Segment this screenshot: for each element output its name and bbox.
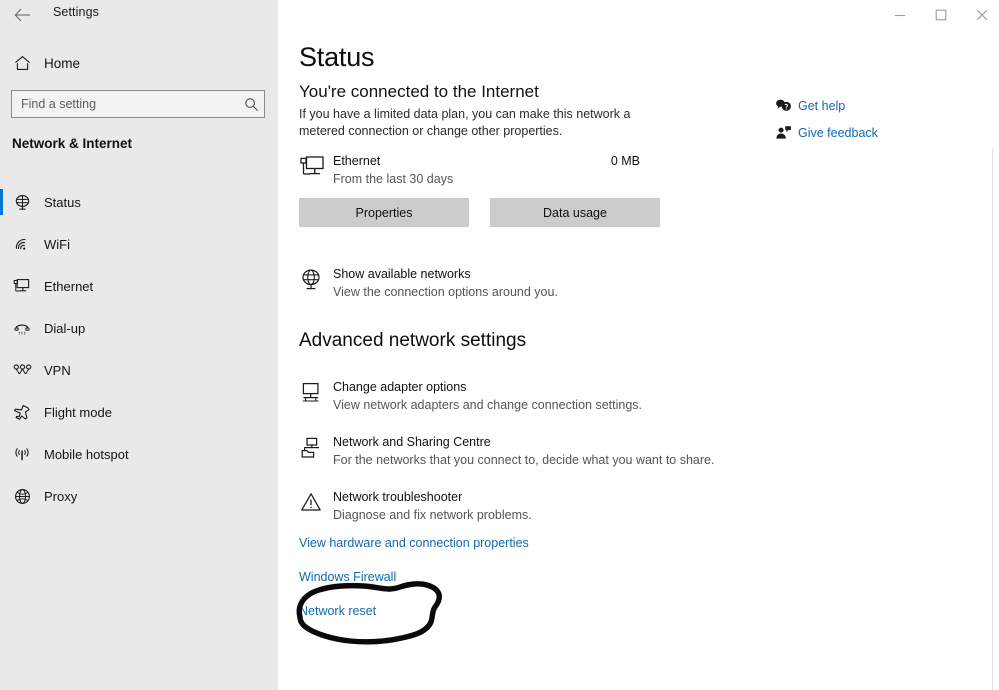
sidebar-item-label: Status xyxy=(44,195,81,210)
help-link-label: Give feedback xyxy=(798,126,878,140)
ethernet-icon xyxy=(0,278,44,294)
sidebar-item-home[interactable]: Home xyxy=(0,49,278,77)
help-link-get-help[interactable]: Get help xyxy=(768,92,878,119)
search-icon[interactable] xyxy=(238,97,264,112)
wifi-icon xyxy=(0,237,44,252)
sidebar-item-label: Flight mode xyxy=(44,405,112,420)
connection-heading: You're connected to the Internet xyxy=(299,82,539,102)
data-usage-button[interactable]: Data usage xyxy=(490,198,660,227)
advanced-settings-title: Advanced network settings xyxy=(299,330,526,352)
link-view-hardware-and-connection-properties[interactable]: View hardware and connection properties xyxy=(299,536,529,550)
sidebar-item-status[interactable]: Status xyxy=(0,181,278,223)
sidebar-item-label: Dial-up xyxy=(44,321,85,336)
sidebar: Home Network & Internet xyxy=(0,0,278,690)
question-chat-icon xyxy=(768,98,798,113)
maximize-icon xyxy=(935,9,947,21)
adapter-monitor-icon xyxy=(300,382,322,409)
show-networks-title[interactable]: Show available networks xyxy=(333,267,471,281)
sidebar-item-label: Proxy xyxy=(44,489,77,504)
home-icon xyxy=(0,55,44,71)
sidebar-category-title: Network & Internet xyxy=(12,136,132,151)
title-bar: Settings xyxy=(0,0,999,30)
sidebar-item-vpn[interactable]: VPN xyxy=(0,349,278,391)
help-link-give-feedback[interactable]: Give feedback xyxy=(768,119,878,146)
page-title: Status xyxy=(299,42,374,73)
sidebar-item-dialup[interactable]: Dial-up xyxy=(0,307,278,349)
status-globe-icon xyxy=(0,194,44,211)
properties-button[interactable]: Properties xyxy=(299,198,469,227)
advanced-item-title: Network troubleshooter xyxy=(333,490,462,504)
advanced-item-subtitle: Diagnose and fix network problems. xyxy=(333,508,532,522)
selection-indicator xyxy=(0,189,3,215)
maximize-button[interactable] xyxy=(918,0,964,30)
connection-subtext: If you have a limited data plan, you can… xyxy=(299,106,644,139)
advanced-item-subtitle: View network adapters and change connect… xyxy=(333,398,642,412)
sidebar-item-flight-mode[interactable]: Flight mode xyxy=(0,391,278,433)
minimize-icon xyxy=(894,9,906,21)
sharing-centre-icon xyxy=(300,437,322,464)
back-button[interactable] xyxy=(4,0,42,30)
network-usage: 0 MB xyxy=(578,154,640,168)
help-links: Get help Give feedback xyxy=(768,92,878,146)
window-title: Settings xyxy=(53,5,99,19)
sidebar-item-ethernet[interactable]: Ethernet xyxy=(0,265,278,307)
globe-network-icon xyxy=(300,268,322,296)
sidebar-item-label: Ethernet xyxy=(44,279,93,294)
sidebar-item-label: VPN xyxy=(44,363,71,378)
advanced-item-title: Change adapter options xyxy=(333,380,466,394)
show-networks-subtitle: View the connection options around you. xyxy=(333,285,558,299)
network-subtitle: From the last 30 days xyxy=(333,172,453,186)
minimize-button[interactable] xyxy=(877,0,923,30)
sidebar-item-label: Mobile hotspot xyxy=(44,447,129,462)
hotspot-icon xyxy=(0,446,44,462)
warning-triangle-icon xyxy=(300,492,322,517)
network-name: Ethernet xyxy=(333,154,380,168)
advanced-item-title: Network and Sharing Centre xyxy=(333,435,491,449)
main-content: Status You're connected to the Internet … xyxy=(278,0,999,690)
close-button[interactable] xyxy=(959,0,999,30)
airplane-icon xyxy=(0,404,44,421)
link-windows-firewall[interactable]: Windows Firewall xyxy=(299,570,396,584)
feedback-person-icon xyxy=(768,125,798,140)
help-link-label: Get help xyxy=(798,99,845,113)
ethernet-monitor-icon xyxy=(299,155,325,184)
search-box[interactable] xyxy=(11,90,265,118)
dialup-phone-icon xyxy=(0,321,44,335)
scrollbar-track[interactable] xyxy=(992,148,993,690)
sidebar-item-mobile-hotspot[interactable]: Mobile hotspot xyxy=(0,433,278,475)
sidebar-home-label: Home xyxy=(44,56,80,71)
back-arrow-icon xyxy=(14,8,32,22)
advanced-item-subtitle: For the networks that you connect to, de… xyxy=(333,453,714,467)
sidebar-item-wifi[interactable]: WiFi xyxy=(0,223,278,265)
sidebar-item-label: WiFi xyxy=(44,237,70,252)
close-icon xyxy=(976,9,988,21)
settings-window: Settings Home xyxy=(0,0,999,690)
globe-icon xyxy=(0,488,44,505)
vpn-icon xyxy=(0,363,44,377)
search-input[interactable] xyxy=(12,97,238,111)
sidebar-item-proxy[interactable]: Proxy xyxy=(0,475,278,517)
sidebar-nav-list: Status WiFi xyxy=(0,181,278,517)
link-network-reset[interactable]: Network reset xyxy=(299,604,376,618)
